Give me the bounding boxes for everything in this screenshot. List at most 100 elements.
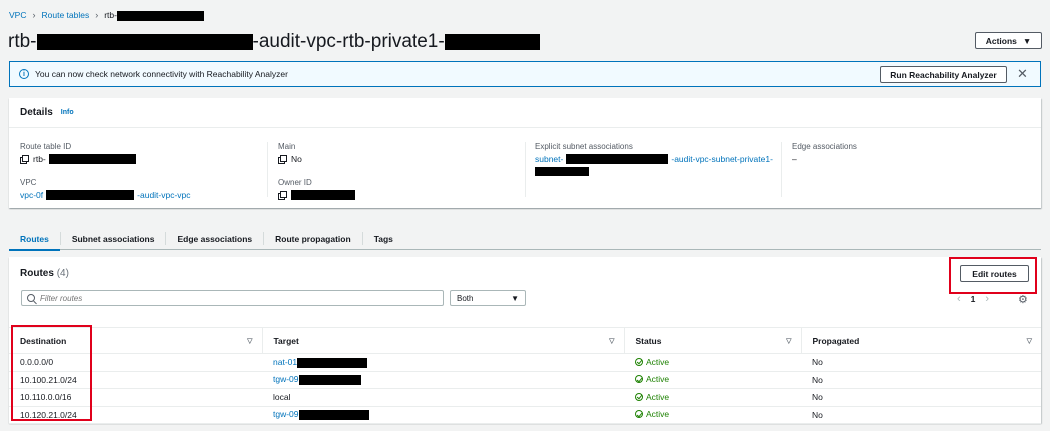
cell-target: nat-01	[262, 353, 624, 372]
route-table-id-label: Route table ID	[20, 142, 72, 151]
info-link[interactable]: Info	[61, 109, 74, 116]
route-table-id-text: rtb-	[33, 154, 46, 164]
detail-explicit-subnet: Explicit subnet associations subnet- -aud…	[535, 142, 773, 176]
table-row[interactable]: 0.0.0.0/0 nat-01 Active No	[9, 353, 1041, 372]
redacted-block	[36, 34, 253, 50]
details-header: Details Info	[9, 98, 1041, 128]
close-icon[interactable]: ✕	[1017, 66, 1028, 82]
explicit-subnet-value[interactable]: subnet- -audit-vpc-subnet-private1-	[535, 154, 773, 164]
sort-icon[interactable]: ▽	[1027, 337, 1032, 345]
check-circle-icon	[635, 375, 643, 384]
gear-icon[interactable]: ⚙	[1018, 293, 1028, 306]
redacted-block	[566, 154, 669, 164]
filter-routes[interactable]	[21, 290, 444, 306]
target-link[interactable]: tgw-09	[273, 374, 299, 384]
column-header-status[interactable]: Status ▽	[623, 327, 801, 354]
target-link[interactable]: nat-01	[273, 357, 297, 367]
status-badge: Active	[635, 374, 669, 384]
tab-tags[interactable]: Tags	[363, 232, 404, 245]
status-text: Active	[646, 391, 670, 402]
tab-edge-associations[interactable]: Edge associations	[166, 232, 265, 245]
copy-icon[interactable]	[20, 155, 29, 164]
cell-status: Active	[624, 371, 801, 389]
cell-destination: 0.0.0.0/0	[9, 353, 262, 372]
column-header-label: Target	[273, 335, 299, 346]
info-icon: i	[19, 69, 29, 79]
routes-table: Destination ▽ Target ▽ Status ▽ Propagated ▽…	[9, 327, 1041, 424]
vpc-value[interactable]: vpc-0f -audit-vpc-vpc	[20, 190, 191, 200]
select-value: Both	[457, 293, 474, 303]
cell-destination: 10.120.21.0/24	[9, 406, 262, 424]
banner-message: You can now check network connectivity w…	[35, 69, 288, 79]
actions-label: Actions	[985, 35, 1017, 46]
table-row[interactable]: 10.110.0.0/16 local Active No	[9, 388, 1041, 407]
explicit-subnet-value-cont	[535, 167, 773, 176]
redacted-block	[46, 190, 135, 200]
explicit-subnet-label: Explicit subnet associations	[535, 142, 633, 151]
sort-icon[interactable]: ▽	[786, 337, 791, 345]
subnet-link[interactable]: subnet-	[535, 154, 563, 164]
main-value: No	[278, 154, 355, 164]
breadcrumb-vpc[interactable]: VPC	[9, 10, 26, 20]
tab-route-propagation[interactable]: Route propagation	[264, 232, 363, 245]
chevron-left-icon[interactable]: ‹	[957, 293, 961, 305]
propagation-filter-select[interactable]: Both ▼	[450, 290, 526, 306]
sort-icon[interactable]: ▽	[247, 337, 252, 345]
search-icon	[27, 294, 35, 302]
redacted-block	[535, 167, 589, 176]
cell-target: tgw-09	[262, 406, 624, 424]
routes-title: Routes	[20, 268, 54, 279]
breadcrumb: VPC › Route tables › rtb-	[9, 10, 204, 21]
copy-icon[interactable]	[278, 155, 287, 164]
tab-subnet-associations[interactable]: Subnet associations	[61, 232, 167, 245]
edit-routes-button[interactable]: Edit routes	[960, 265, 1029, 282]
table-row[interactable]: 10.120.21.0/24 tgw-09 Active No	[9, 406, 1041, 424]
copy-icon[interactable]	[278, 191, 287, 200]
filter-routes-input[interactable]	[40, 293, 430, 303]
run-reachability-analyzer-button[interactable]: Run Reachability Analyzer	[880, 66, 1007, 83]
table-row[interactable]: 10.100.21.0/24 tgw-09 Active No	[9, 371, 1041, 389]
routes-panel: Routes (4) Edit routes Both ▼ ‹ 1 › ⚙ De…	[9, 257, 1041, 424]
caret-down-icon: ▼	[511, 293, 519, 303]
subnet-link-suffix[interactable]: -audit-vpc-subnet-private1-	[671, 154, 773, 164]
status-text: Active	[646, 374, 670, 385]
column-header-label: Propagated	[812, 335, 860, 346]
cell-target: tgw-09	[262, 371, 624, 389]
routes-heading: Routes (4)	[20, 268, 69, 279]
redacted-block	[116, 10, 204, 21]
detail-main: Main No Owner ID	[278, 142, 355, 200]
sort-icon[interactable]: ▽	[609, 337, 614, 345]
column-header-destination[interactable]: Destination ▽	[9, 327, 262, 354]
breadcrumb-current-text: rtb-	[104, 10, 117, 20]
pagination: ‹ 1 ›	[957, 293, 989, 305]
cell-status: Active	[624, 353, 801, 372]
details-panel: Details Info Route table ID rtb- VPC vpc…	[9, 98, 1041, 208]
caret-down-icon: ▼	[1022, 35, 1032, 46]
tab-routes[interactable]: Routes	[9, 232, 61, 251]
cell-destination: 10.100.21.0/24	[9, 371, 262, 389]
breadcrumb-route-tables[interactable]: Route tables	[41, 10, 89, 20]
chevron-right-icon: ›	[32, 10, 36, 21]
target-link[interactable]: tgw-09	[273, 409, 299, 419]
divider	[781, 142, 782, 197]
detail-edge-associations: Edge associations –	[792, 142, 857, 164]
vpc-link-suffix[interactable]: -audit-vpc-vpc	[137, 190, 190, 200]
column-header-label: Destination	[20, 335, 67, 346]
detail-route-table-id: Route table ID rtb- VPC vpc-0f -audit-vpc…	[20, 142, 191, 200]
info-banner: i You can now check network connectivity…	[9, 61, 1041, 87]
chevron-right-icon[interactable]: ›	[985, 293, 989, 305]
column-header-propagated[interactable]: Propagated ▽	[800, 327, 1041, 354]
vpc-link[interactable]: vpc-0f	[20, 190, 43, 200]
divider	[525, 142, 526, 197]
check-circle-icon	[635, 357, 643, 366]
actions-button[interactable]: Actions ▼	[975, 32, 1042, 49]
main-label: Main	[278, 142, 296, 151]
routes-count: (4)	[56, 268, 69, 279]
cell-target: local	[262, 388, 624, 407]
redacted-block	[298, 410, 369, 421]
column-header-label: Status	[635, 335, 662, 346]
column-header-target[interactable]: Target ▽	[261, 327, 624, 354]
vpc-label: VPC	[20, 178, 37, 187]
page-number[interactable]: 1	[971, 294, 976, 304]
cell-propagated: No	[801, 371, 1041, 389]
